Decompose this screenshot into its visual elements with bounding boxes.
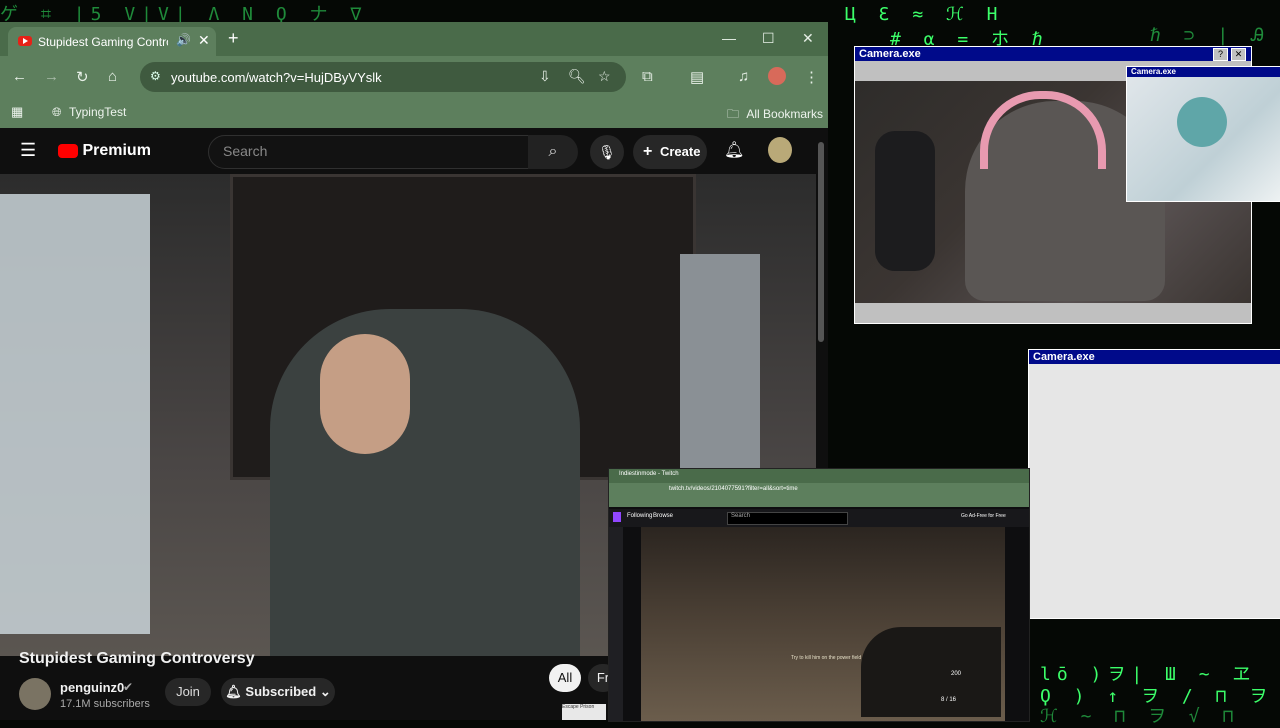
voice-search-button[interactable]: 🎙︎ [590,135,624,169]
youtube-play-icon [58,144,78,158]
twitch-ad-free[interactable]: Go Ad-Free for Free [961,513,1006,519]
camera-third-body [1029,364,1280,618]
twitch-browse[interactable]: Browse [653,513,673,519]
game-gun [861,627,1001,717]
youtube-favicon-icon [18,36,32,46]
matrix-backdrop-row-7: ℋ ~ ⊓ ヲ √ ⊓ [1040,706,1240,727]
hud-points: 200 [951,671,962,677]
inverted-webcam-person [1177,97,1227,147]
join-button[interactable]: Join [165,678,211,706]
address-bar[interactable]: ⚙ youtube.com/watch?v=HujDByVYslk ⇩ 🔍︎ ☆ [140,62,626,92]
video-frame-face [320,334,410,454]
profile-avatar[interactable] [768,67,786,85]
install-app-icon[interactable]: ⇩ [539,68,551,85]
logo-text: Premium [82,142,151,159]
chip-all[interactable]: All [549,664,581,692]
scrollbar[interactable] [818,142,824,342]
bookmark-label: TypingTest [68,105,127,119]
matrix-backdrop-row-2: Ц Ɛ ≈ ℋ H [845,4,1004,25]
bookmarks-bar: ▦ 🌐︎ TypingTest 🗀 All Bookmarks [0,98,828,128]
all-bookmarks-folder[interactable]: 🗀 All Bookmarks [727,105,823,126]
twitch-search[interactable]: Search [727,512,848,525]
minimize-icon[interactable]: — [722,30,736,46]
new-tab-icon[interactable]: + [228,28,239,49]
url-text: youtube.com/watch?v=HujDByVYslk [171,70,382,85]
tab-youtube[interactable]: Stupidest Gaming Controversy 🔊 ✕ [8,27,216,56]
camera-third-titlebar[interactable]: Camera.exe [1029,350,1280,364]
all-bookmarks-label: All Bookmarks [746,107,824,121]
matrix-backdrop-row-4: ℏ ⊃ | Ꭿ [1150,25,1271,46]
search-placeholder: Search [223,143,268,159]
close-window-icon[interactable]: ✕ [802,30,814,47]
subscribed-label: Subscribed [245,684,317,699]
notifications-bell-icon[interactable]: 🔔︎ [724,140,744,160]
twitch-logo-icon[interactable] [613,512,621,522]
create-button[interactable]: + Create [633,135,707,169]
youtube-header: ☰ Premium Search ⌕ 🎙︎ + Create 🔔︎ [0,128,828,174]
subscribed-button[interactable]: 🔔︎ Subscribed ⌄ [221,678,335,706]
reading-list-icon[interactable]: ▤ [690,68,704,86]
home-icon[interactable]: ⌂ [108,68,117,85]
folder-icon: 🗀 [727,107,740,121]
chat-snippet: Escape Prison [562,704,606,720]
reload-icon[interactable]: ↻ [76,68,89,86]
camera-window-small[interactable]: Camera.exe [1126,66,1280,202]
account-avatar[interactable] [768,137,792,163]
hud-ammo: 8 / 16 [941,697,957,703]
twitch-sidebar [609,527,623,721]
close-camera-icon[interactable]: ✕ [1231,48,1246,61]
twitch-video[interactable]: Try to kill him on the power field 200 8… [641,527,1005,721]
toolbar: ← → ↻ ⌂ ⚙ youtube.com/watch?v=HujDByVYsl… [0,56,828,98]
webcam-microphone [875,131,935,271]
camera-window-third[interactable]: Camera.exe [1028,349,1280,619]
twitch-following[interactable]: Following [627,513,652,519]
search-input[interactable]: Search [208,135,530,169]
help-icon[interactable]: ? [1213,48,1228,61]
camera-titlebar[interactable]: Camera.exe [855,47,1251,61]
video-title: Stupidest Gaming Controversy [19,650,255,667]
video-frame-fridge [680,254,760,484]
bell-icon: 🔔︎ [225,684,242,699]
inverted-webcam-feed [1127,77,1280,201]
verified-check-icon: ✔ [123,680,134,694]
hamburger-menu-icon[interactable]: ☰ [20,140,36,161]
twitch-toolbar: twitch.tv/videos/2104077591?filter=all&s… [609,483,1029,497]
tab-title: Stupidest Gaming Controversy [38,35,168,49]
media-control-icon[interactable]: ♫ [738,68,749,85]
speaker-icon[interactable]: 🔊 [176,33,191,47]
close-tab-icon[interactable]: ✕ [198,32,210,49]
subscriber-count: 17.1M subscribers [60,698,150,710]
search-icon: ⌕ [548,143,558,160]
apps-grid-icon[interactable]: ▦ [11,104,23,120]
video-frame-streamer [270,309,580,656]
tab-strip: Stupidest Gaming Controversy 🔊 ✕ + — ☐ ✕ [0,22,828,56]
bookmark-typingtest[interactable]: 🌐︎ TypingTest [52,105,126,120]
chevron-down-icon: ⌄ [319,684,331,699]
channel-name[interactable]: penguinz0 [60,680,124,695]
twitch-browser-window[interactable]: Indiestinmode - Twitch twitch.tv/videos/… [608,468,1030,722]
globe-icon: 🌐︎ [52,105,62,119]
bookmark-star-icon[interactable]: ☆ [598,68,611,85]
site-info-icon[interactable]: ⚙ [150,69,161,83]
create-label: Create [659,144,701,159]
zoom-icon[interactable]: 🔍︎ [568,68,586,85]
twitch-header: Following Browse Search Go Ad-Free for F… [609,509,1029,527]
video-frame-claw-machine [0,194,150,634]
youtube-logo[interactable]: Premium [58,142,151,160]
search-button[interactable]: ⌕ [528,135,578,169]
twitch-url[interactable]: twitch.tv/videos/2104077591?filter=all&s… [669,486,798,492]
twitch-tabstrip: Indiestinmode - Twitch [609,469,1029,483]
back-icon[interactable]: ← [12,68,27,85]
camera-small-titlebar[interactable]: Camera.exe [1127,67,1280,77]
plus-icon: + [643,143,653,160]
microphone-icon: 🎙︎ [598,144,616,160]
extensions-icon[interactable]: ⧉ [642,68,653,85]
channel-avatar[interactable] [19,678,51,710]
forward-icon[interactable]: → [44,68,59,85]
twitch-tab-title[interactable]: Indiestinmode - Twitch [619,471,679,477]
twitch-bookmarks [609,497,1029,507]
hud-objective: Try to kill him on the power field [791,655,862,661]
menu-kebab-icon[interactable]: ⋮ [804,68,819,86]
maximize-icon[interactable]: ☐ [762,30,775,47]
